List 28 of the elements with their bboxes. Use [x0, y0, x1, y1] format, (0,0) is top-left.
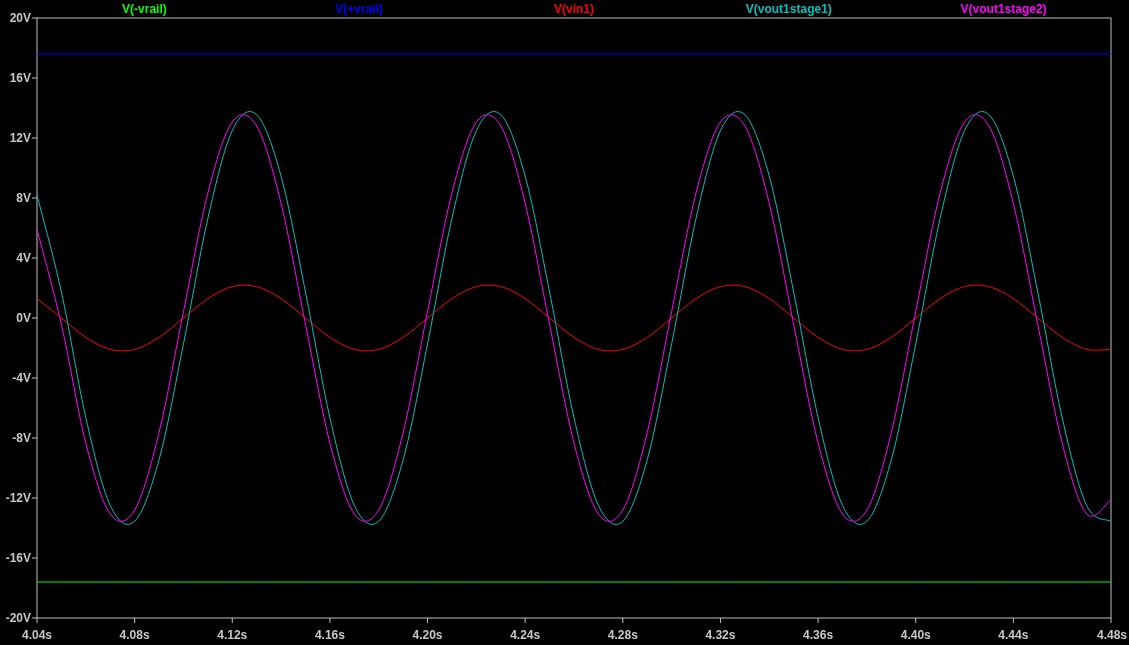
x-axis-label: 4.08s [119, 628, 150, 642]
y-axis-label: 8V [16, 191, 31, 205]
x-axis-label: 4.16s [314, 628, 345, 642]
y-axis-label: -4V [12, 371, 31, 385]
y-axis-label: -8V [12, 431, 31, 445]
x-axis-label: 4.24s [510, 628, 541, 642]
x-axis-label: 4.12s [217, 628, 248, 642]
x-axis-label: 4.36s [803, 628, 834, 642]
x-axis-label: 4.32s [705, 628, 736, 642]
x-axis-label: 4.20s [412, 628, 443, 642]
x-axis-label: 4.44s [998, 628, 1029, 642]
legend-label: V(vout1stage1) [745, 2, 832, 16]
y-axis-label: 4V [16, 251, 31, 265]
legend-label: V(-vrail) [122, 2, 167, 16]
legend-label: V(vin1) [554, 2, 594, 16]
x-axis-label: 4.04s [22, 628, 52, 642]
legend-label: V(vout1stage2) [960, 2, 1047, 16]
legend-label: V(+vrail) [335, 2, 384, 16]
y-axis-label: -12V [5, 491, 31, 505]
y-axis-label: 20V [9, 11, 31, 25]
x-axis-label: 4.48s [1096, 628, 1127, 642]
y-axis-label: 0V [16, 311, 31, 325]
x-axis-label: 4.40s [900, 628, 931, 642]
x-axis-label: 4.28s [607, 628, 638, 642]
y-axis-label: 16V [9, 71, 31, 85]
y-axis-label: -16V [5, 551, 31, 565]
y-axis-label: 12V [9, 131, 31, 145]
y-axis-label: -20V [5, 611, 31, 625]
